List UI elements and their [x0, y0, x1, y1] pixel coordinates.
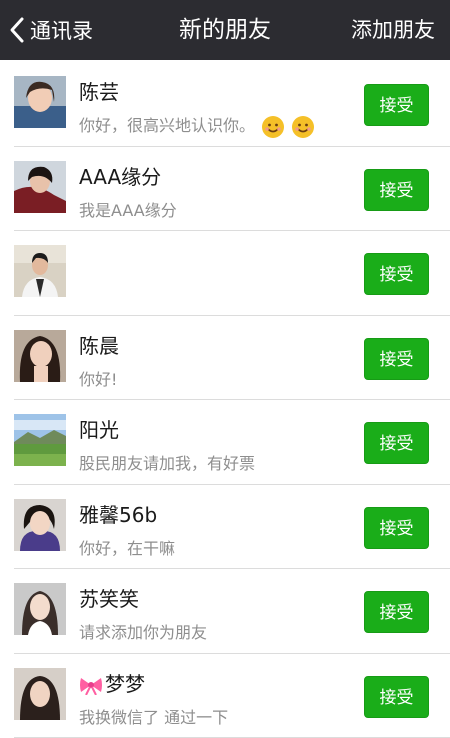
list-item[interactable]: 陈芸 你好，很高兴地认识你。 接受	[0, 62, 450, 147]
contact-name: 阳光	[79, 414, 119, 443]
smile-emoji-icon	[261, 115, 285, 139]
contact-message: 我是AAA缘分	[79, 197, 177, 221]
contact-message: 请求添加你为朋友	[79, 619, 207, 643]
contact-name: 苏笑笑	[79, 583, 139, 612]
accept-button[interactable]: 接受	[364, 422, 429, 464]
contact-message: 股民朋友请加我，有好票	[79, 450, 255, 474]
contact-name: 梦梦	[79, 668, 145, 697]
chevron-left-icon	[8, 16, 26, 44]
avatar	[14, 161, 66, 213]
navigation-bar: 通讯录 新的朋友 添加朋友	[0, 0, 450, 60]
avatar	[14, 414, 66, 466]
contact-message: 你好，在干嘛	[79, 535, 175, 559]
accept-button[interactable]: 接受	[364, 253, 429, 295]
avatar	[14, 668, 66, 720]
contact-name: 雅馨56b	[79, 499, 157, 528]
friend-request-list: 陈芸 你好，很高兴地认识你。 接受 AAA缘分 我是AAA缘分 接受	[0, 62, 450, 738]
back-label: 通讯录	[30, 15, 93, 45]
accept-button[interactable]: 接受	[364, 338, 429, 380]
avatar	[14, 330, 66, 382]
list-item[interactable]: 阳光 股民朋友请加我，有好票 接受	[0, 400, 450, 485]
list-item[interactable]: AAA缘分 我是AAA缘分 接受	[0, 147, 450, 232]
accept-button[interactable]: 接受	[364, 676, 429, 718]
list-item[interactable]: 苏笑笑 请求添加你为朋友 接受	[0, 569, 450, 654]
list-item[interactable]: 梦梦 我换微信了 通过一下 接受	[0, 654, 450, 738]
smile-emoji-icon	[291, 115, 315, 139]
contact-message: 你好，很高兴地认识你。	[79, 112, 315, 139]
list-item[interactable]: 接受	[0, 231, 450, 316]
avatar	[14, 245, 66, 297]
avatar	[14, 583, 66, 635]
list-item[interactable]: 雅馨56b 你好，在干嘛 接受	[0, 485, 450, 570]
back-button[interactable]: 通讯录	[8, 0, 93, 60]
avatar	[14, 76, 66, 128]
accept-button[interactable]: 接受	[364, 84, 429, 126]
contact-message: 我换微信了 通过一下	[79, 704, 228, 728]
accept-button[interactable]: 接受	[364, 591, 429, 633]
contact-name: 陈晨	[79, 330, 119, 359]
avatar	[14, 499, 66, 551]
add-friend-button[interactable]: 添加朋友	[351, 0, 435, 60]
contact-message: 你好!	[79, 366, 117, 390]
list-item[interactable]: 陈晨 你好! 接受	[0, 316, 450, 401]
accept-button[interactable]: 接受	[364, 169, 429, 211]
contact-name: AAA缘分	[79, 161, 161, 190]
pink-bow-icon	[79, 675, 103, 695]
accept-button[interactable]: 接受	[364, 507, 429, 549]
contact-name: 陈芸	[79, 76, 119, 105]
